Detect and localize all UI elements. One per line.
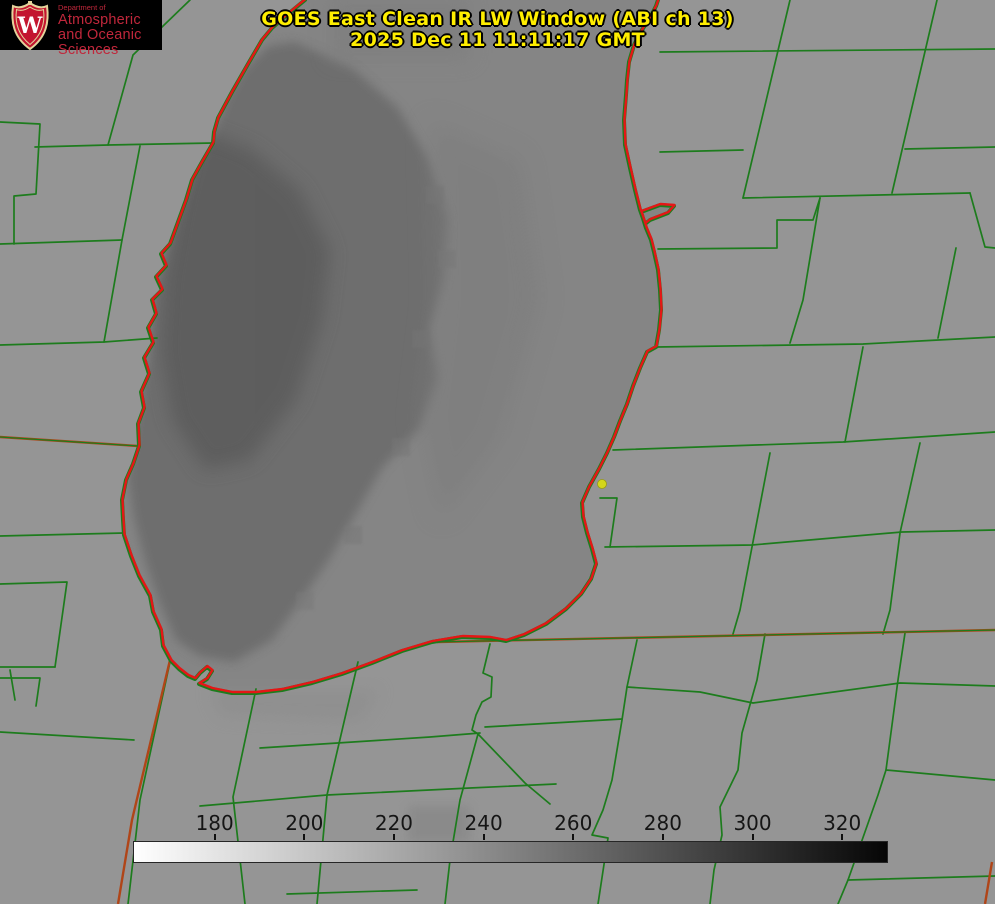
institution-logo: W Department of Atmospheric and Oceanic … bbox=[0, 0, 162, 57]
dept-name-line2: and Oceanic Sciences bbox=[58, 27, 142, 58]
colorbar-tick-label: 260 bbox=[554, 811, 593, 835]
station-marker-dot bbox=[597, 479, 607, 489]
temperature-colorbar: 180 200 220 240 260 280 300 320 bbox=[133, 811, 888, 863]
lake-dark-patch bbox=[426, 186, 444, 204]
colorbar-tick-label: 180 bbox=[195, 811, 234, 835]
map-overlay-svg bbox=[0, 0, 995, 904]
lake-dark-patch bbox=[392, 438, 410, 456]
colorbar-tick-label: 280 bbox=[643, 811, 682, 835]
satellite-map-canvas: GOES East Clean IR LW Window (ABI ch 13)… bbox=[0, 0, 995, 904]
institution-name: Department of Atmospheric and Oceanic Sc… bbox=[58, 4, 162, 57]
land-dark-patch bbox=[408, 806, 470, 842]
svg-text:W: W bbox=[17, 13, 43, 39]
lake-dark-patch bbox=[412, 330, 430, 348]
lake-dark-patch bbox=[344, 526, 362, 544]
lake-dark-patch bbox=[438, 250, 456, 268]
dept-name-line1: Atmospheric bbox=[58, 11, 141, 28]
lake-dark-patch bbox=[330, 0, 470, 60]
colorbar-tick-label: 220 bbox=[374, 811, 414, 835]
colorbar-tick-label: 320 bbox=[823, 811, 862, 835]
dept-of-label: Department of bbox=[58, 3, 106, 12]
lake-dark-patch bbox=[296, 592, 314, 610]
colorbar-tick-label: 300 bbox=[733, 811, 772, 835]
uw-madison-crest-icon: W bbox=[11, 1, 49, 51]
colorbar-tick-label: 200 bbox=[285, 811, 324, 835]
colorbar-tick-label: 240 bbox=[464, 811, 503, 835]
